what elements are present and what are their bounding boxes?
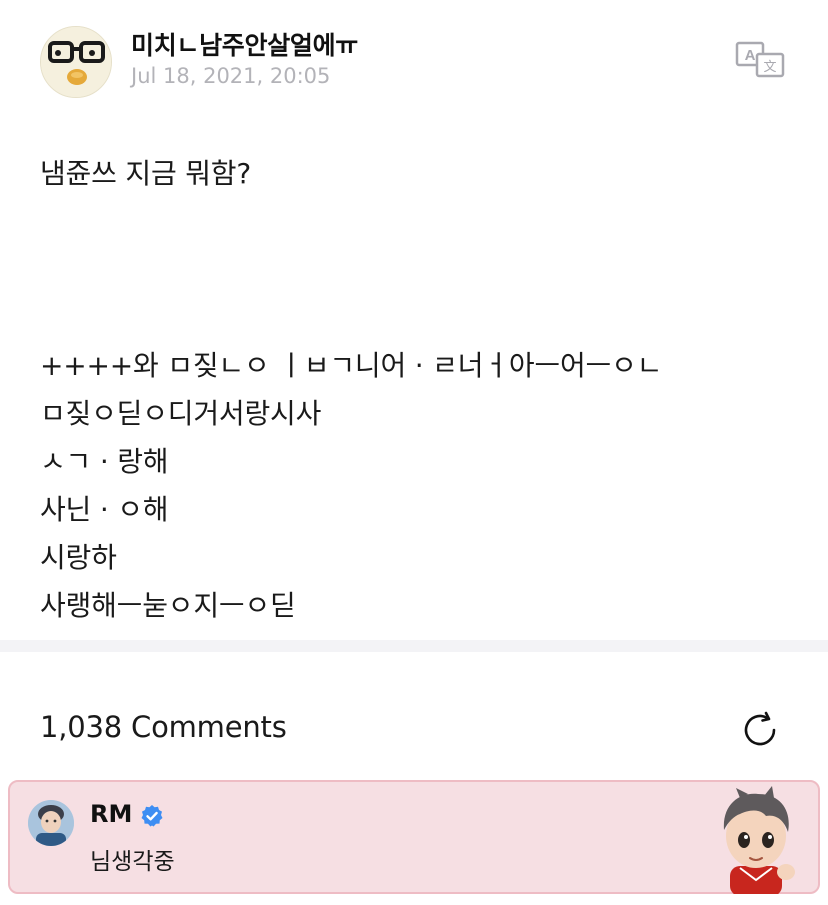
svg-text:A: A — [745, 47, 756, 64]
section-divider — [0, 640, 828, 652]
author-avatar[interactable] — [40, 26, 112, 98]
featured-comment[interactable]: RM 님생각중 — [8, 780, 820, 894]
comment-text: 님생각중 — [90, 849, 175, 875]
post-line: 냄쥰쓰 지금 뭐함? — [40, 157, 251, 190]
character-sticker-icon — [723, 786, 795, 894]
post-author-name[interactable]: 미치ㄴ남주안살얼에ㅠ — [131, 26, 358, 62]
translate-button[interactable]: A 文 — [735, 40, 787, 80]
comments-count: 1,038 Comments — [40, 710, 287, 744]
post-body: 냄쥰쓰 지금 뭐함? ++++와 ㅁ짖ㄴㅇ ㅣㅂㄱ니어 · ㄹ너ㅓ아ㅡ어ㅡㅇㄴ … — [40, 150, 800, 630]
translate-icon: A 文 — [735, 41, 785, 78]
post-line: 시랑하 — [40, 541, 117, 574]
post-line: 사닌 · ㅇ해 — [40, 493, 169, 526]
refresh-icon — [744, 711, 776, 746]
svg-text:文: 文 — [763, 60, 776, 75]
refresh-button[interactable] — [740, 710, 780, 750]
post-timestamp: Jul 18, 2021, 20:05 — [131, 64, 331, 88]
post-line: ++++와 ㅁ짖ㄴㅇ ㅣㅂㄱ니어 · ㄹ너ㅓ아ㅡ어ㅡㅇㄴ — [40, 349, 663, 382]
post-line: ㅅㄱ · 랑해 — [40, 445, 169, 478]
post-line: ㅁ짖ㅇ딛ㅇ디거서랑시사 — [40, 397, 322, 430]
commenter-avatar-image — [28, 800, 74, 846]
post-line: 사랭해ㅡ눋ㅇ지ㅡㅇ딛 — [40, 589, 296, 622]
commenter-name[interactable]: RM — [90, 800, 132, 828]
commenter-avatar[interactable] — [28, 800, 74, 846]
verified-badge-icon — [141, 805, 163, 827]
post-header: 미치ㄴ남주안살얼에ㅠ Jul 18, 2021, 20:05 A 文 — [0, 0, 828, 110]
glasses-duck-avatar-image — [41, 27, 111, 97]
